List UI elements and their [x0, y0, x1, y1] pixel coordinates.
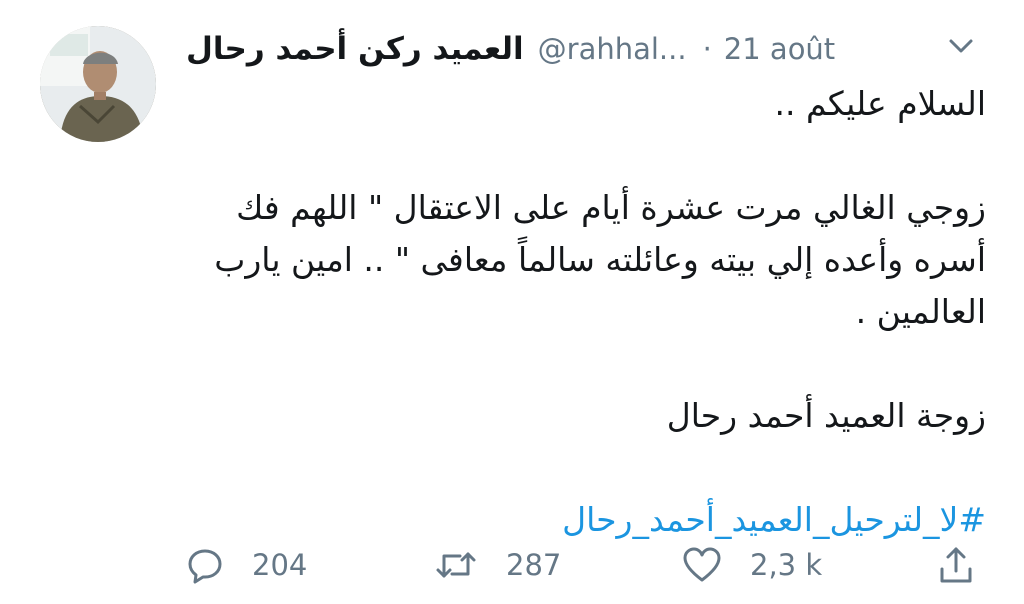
share-button[interactable]: [938, 545, 1002, 585]
separator-dot: ·: [702, 32, 712, 66]
tweet-line-greeting: السلام عليكم ..: [774, 84, 986, 123]
reply-button[interactable]: 204: [186, 546, 307, 584]
tweet-date[interactable]: 21 août: [724, 32, 835, 66]
author-avatar[interactable]: [40, 26, 156, 142]
tweet-actions: 204 287 2,3 k: [186, 540, 986, 590]
like-count: 2,3 k: [750, 548, 823, 582]
author-handle[interactable]: @rahhal...: [538, 32, 687, 66]
chevron-down-icon[interactable]: [946, 36, 976, 58]
tweet-header: العميد ركن أحمد رحال @rahhal... · 21 aoû…: [186, 26, 976, 72]
retweet-icon: [436, 552, 476, 578]
reply-count: 204: [252, 548, 308, 582]
tweet-text: السلام عليكم .. زوجي الغالي مرت عشرة أيا…: [186, 78, 986, 546]
hashtag-link[interactable]: #لا_لترحيل_العميد_أحمد_رحال: [186, 494, 986, 546]
retweet-count: 287: [506, 548, 562, 582]
tweet-signature: زوجة العميد أحمد رحال: [666, 396, 986, 435]
author-name[interactable]: العميد ركن أحمد رحال: [186, 31, 524, 67]
share-icon: [940, 547, 972, 583]
retweet-button[interactable]: 287: [434, 546, 561, 584]
heart-icon: [683, 547, 721, 582]
tweet-paragraph: زوجي الغالي مرت عشرة أيام على الاعتقال "…: [214, 188, 986, 331]
reply-bubble-icon: [188, 549, 222, 584]
like-button[interactable]: 2,3 k: [682, 546, 822, 584]
avatar-photo: [40, 26, 156, 142]
